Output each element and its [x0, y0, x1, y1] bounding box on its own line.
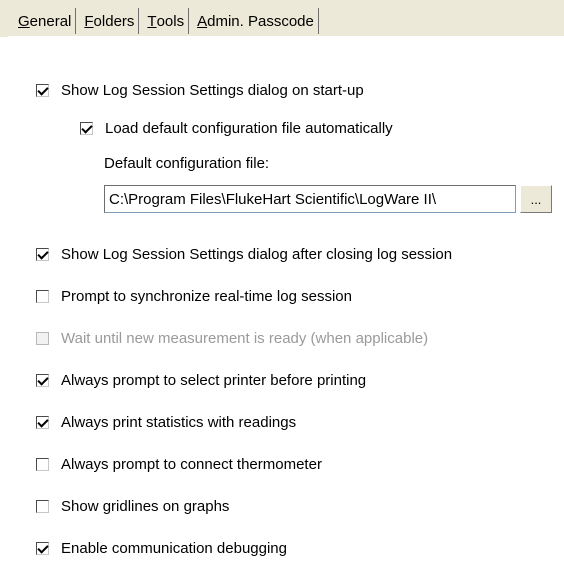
browse-button-label: ... — [530, 191, 542, 207]
tab-admin-passcode[interactable]: Admin. Passcode — [193, 8, 319, 34]
setting-wait-new-measurement: Wait until new measurement is ready (whe… — [36, 327, 428, 349]
wait-new-measurement-label: Wait until new measurement is ready (whe… — [61, 329, 429, 347]
enable-comm-debug-checkbox[interactable] — [36, 541, 49, 555]
setting-show-log-session-start[interactable]: Show Log Session Settings dialog on star… — [36, 79, 364, 101]
prompt-connect-thermometer-label: Always prompt to connect thermometer — [61, 455, 322, 473]
setting-show-gridlines[interactable]: Show gridlines on graphs — [36, 495, 229, 517]
show-log-session-start-label: Show Log Session Settings dialog on star… — [61, 81, 364, 99]
prompt-select-printer-label: Always prompt to select printer before p… — [61, 371, 367, 389]
tab-folders-label: olders — [93, 12, 135, 30]
setting-enable-comm-debug[interactable]: Enable communication debugging — [36, 537, 287, 559]
setting-prompt-select-printer[interactable]: Always prompt to select printer before p… — [36, 369, 366, 391]
tab-general[interactable]: General — [14, 8, 77, 34]
tab-tools[interactable]: Tools — [143, 8, 190, 34]
show-gridlines-label: Show gridlines on graphs — [61, 497, 230, 515]
default-config-file-input[interactable]: C:\Program Files\FlukeHart Scientific\Lo… — [104, 185, 516, 213]
tab-strip: General Folders Tools Admin. Passcode — [14, 6, 323, 34]
tab-general-accel: G — [18, 12, 30, 30]
show-gridlines-checkbox[interactable] — [36, 499, 49, 513]
tab-tools-accel: T — [147, 12, 157, 30]
prompt-connect-thermometer-checkbox[interactable] — [36, 457, 49, 471]
print-statistics-label: Always print statistics with readings — [61, 413, 297, 431]
show-log-session-start-checkbox[interactable] — [36, 83, 49, 97]
setting-prompt-connect-thermometer[interactable]: Always prompt to connect thermometer — [36, 453, 322, 475]
prompt-sync-realtime-checkbox[interactable] — [36, 289, 49, 303]
setting-print-statistics[interactable]: Always print statistics with readings — [36, 411, 296, 433]
default-config-file-value: C:\Program Files\FlukeHart Scientific\Lo… — [109, 190, 437, 208]
print-statistics-checkbox[interactable] — [36, 415, 49, 429]
default-config-file-label: Default configuration file: — [104, 155, 270, 172]
prompt-sync-realtime-label: Prompt to synchronize real-time log sess… — [61, 287, 352, 305]
tab-folders-accel: F — [84, 12, 94, 30]
load-default-config-checkbox[interactable] — [80, 121, 93, 135]
general-tab-panel: Show Log Session Settings dialog on star… — [0, 37, 564, 571]
tab-general-label: eneral — [29, 12, 72, 30]
browse-button[interactable]: ... — [520, 185, 552, 213]
show-log-session-after-close-checkbox[interactable] — [36, 247, 49, 261]
wait-new-measurement-checkbox — [36, 331, 49, 345]
tab-folders[interactable]: Folders — [80, 8, 140, 34]
options-dialog: General Folders Tools Admin. Passcode Sh… — [0, 0, 564, 571]
tab-admin-passcode-label: dmin. Passcode — [207, 12, 314, 30]
show-log-session-after-close-label: Show Log Session Settings dialog after c… — [61, 245, 453, 263]
setting-show-log-session-after-close[interactable]: Show Log Session Settings dialog after c… — [36, 243, 452, 265]
setting-load-default-config[interactable]: Load default configuration file automati… — [80, 117, 393, 139]
setting-prompt-sync-realtime[interactable]: Prompt to synchronize real-time log sess… — [36, 285, 352, 307]
enable-comm-debug-label: Enable communication debugging — [61, 539, 287, 557]
tab-admin-passcode-accel: A — [197, 12, 208, 30]
prompt-select-printer-checkbox[interactable] — [36, 373, 49, 387]
load-default-config-label: Load default configuration file automati… — [105, 119, 393, 137]
tab-tools-label: ools — [156, 12, 185, 30]
